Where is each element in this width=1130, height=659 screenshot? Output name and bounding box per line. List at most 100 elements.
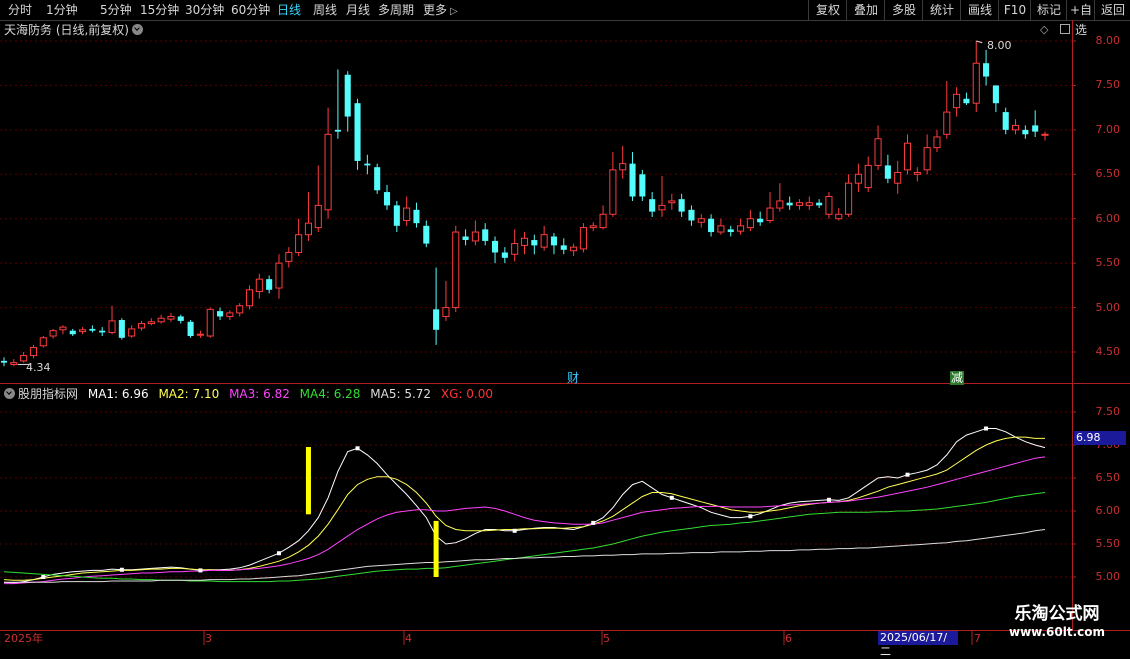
candlestick-series (0, 40, 1049, 367)
indicator-axis-label: 6.50 (1095, 471, 1121, 484)
high-price-label: 8.00 (987, 39, 1012, 52)
ma1-point-marker (119, 567, 124, 572)
candle-body-down (786, 202, 793, 206)
candle-body-down (266, 279, 273, 290)
stock-title-text: 天海防务 (日线,前复权) (4, 23, 129, 37)
panel-maximize-icon[interactable] (1060, 24, 1070, 34)
candle-body-up (599, 213, 607, 229)
candle-body-down (383, 192, 391, 206)
candle-body-up (943, 111, 951, 135)
candle-body-down (884, 165, 891, 179)
candle-body-up (206, 308, 214, 337)
chevron-down-icon[interactable] (132, 24, 143, 35)
watermark-name: 乐淘公式网 (1014, 604, 1100, 624)
indicator-axis-label: 5.00 (1095, 570, 1121, 583)
reduce-marker[interactable]: 减 (950, 371, 965, 385)
candle-body-down (491, 240, 499, 253)
candle-body-down (816, 202, 823, 206)
candle-body-up (570, 246, 578, 252)
candle-body-up (737, 225, 745, 232)
price-axis-label: 4.50 (1095, 345, 1121, 358)
candle-body-up (196, 333, 204, 336)
candle-body-up (39, 337, 47, 347)
ma1-point-marker (198, 568, 203, 573)
candle-body-down (413, 209, 420, 224)
candle-body-up (717, 225, 725, 233)
candle-body-down (433, 309, 440, 330)
kline-chart[interactable] (0, 0, 1130, 650)
candle-body-up (972, 62, 980, 104)
candle-body-up (285, 251, 293, 262)
ma1-point-marker (41, 575, 46, 579)
candle-body-down (1002, 112, 1009, 130)
candle-body-up (864, 164, 872, 189)
candle-body-down (560, 245, 567, 250)
stock-title[interactable]: 天海防务 (日线,前复权) (4, 23, 143, 37)
ma1-point-marker (669, 495, 674, 500)
indicator-axis-label: 5.50 (1095, 537, 1121, 550)
ma1-point-marker (984, 426, 989, 431)
date-label-month-7: 7 (974, 632, 981, 645)
candle-body-up (579, 227, 587, 250)
candle-body-down (482, 229, 489, 241)
legend-ma1: MA1: 6.96 (87, 387, 149, 401)
cursor-date-label: 2025/06/17/二 (878, 631, 958, 658)
candle-body-up (10, 362, 18, 365)
indicator-series (3, 426, 1046, 585)
finance-marker[interactable]: 财 (567, 371, 579, 385)
candle-body-up (766, 207, 774, 221)
indicator-legend: 股朋指标网 MA1: 6.96 MA2: 7.10 MA3: 6.82 MA4:… (4, 387, 493, 401)
current-value-box: 6.98 (1074, 431, 1126, 445)
candle-body-up (226, 312, 234, 317)
indicator-axis-label: 6.00 (1095, 504, 1121, 517)
candle-body-up (245, 289, 254, 307)
candle-body-up (157, 317, 165, 323)
candle-body-up (236, 305, 244, 314)
diamond-icon[interactable]: ◇ (1040, 23, 1048, 36)
site-watermark: 乐淘公式网 www.60lt.com (990, 604, 1124, 644)
candle-body-up (619, 163, 627, 171)
indicator-line-ma5 (4, 529, 1046, 583)
candle-body-down (688, 209, 695, 221)
candle-body-down (727, 229, 734, 233)
indicator-line-ma2 (3, 436, 1045, 581)
legend-ma2: MA2: 7.10 (158, 387, 220, 401)
buy-signal-bar (305, 446, 311, 515)
candle-body-up (854, 173, 862, 184)
candle-body-down (99, 330, 106, 333)
candle-body-up (314, 204, 322, 229)
candle-body-up (167, 315, 175, 320)
candle-body-down (462, 236, 469, 241)
date-label-year: 2025年 (4, 632, 43, 645)
candle-body-down (334, 129, 341, 132)
candle-body-up (442, 307, 450, 317)
legend-ma4: MA4: 6.28 (299, 387, 361, 401)
candle-body-down (217, 311, 224, 317)
indicator-line-ma1 (3, 428, 1046, 584)
candle-body-up (913, 172, 921, 175)
price-axis-label: 5.50 (1095, 256, 1121, 270)
candle-body-up (1011, 124, 1020, 131)
candle-body-up (108, 320, 116, 333)
legend-ma5: MA5: 5.72 (370, 387, 432, 401)
chevron-down-icon[interactable] (4, 388, 15, 399)
candle-body-down (344, 74, 351, 117)
ma1-point-marker (512, 528, 517, 533)
ma1-point-marker (355, 446, 360, 451)
candle-body-down (374, 167, 381, 191)
candle-body-down (177, 316, 184, 321)
candle-body-up (953, 93, 961, 109)
candle-body-down (89, 328, 96, 331)
candle-body-up (452, 231, 460, 309)
candle-body-up (59, 326, 67, 331)
candle-body-up (658, 204, 666, 211)
candle-body-up (304, 222, 312, 236)
price-axis-label: 8.00 (1095, 34, 1121, 47)
candle-body-up (471, 231, 479, 242)
price-axis-label: 6.50 (1095, 167, 1121, 181)
date-label-month-3: 3 (205, 632, 212, 645)
indicator-name[interactable]: 股朋指标网 (18, 387, 78, 401)
candle-body-up (874, 138, 882, 166)
candle-body-up (255, 278, 263, 293)
price-axis-label: 7.50 (1095, 78, 1121, 92)
